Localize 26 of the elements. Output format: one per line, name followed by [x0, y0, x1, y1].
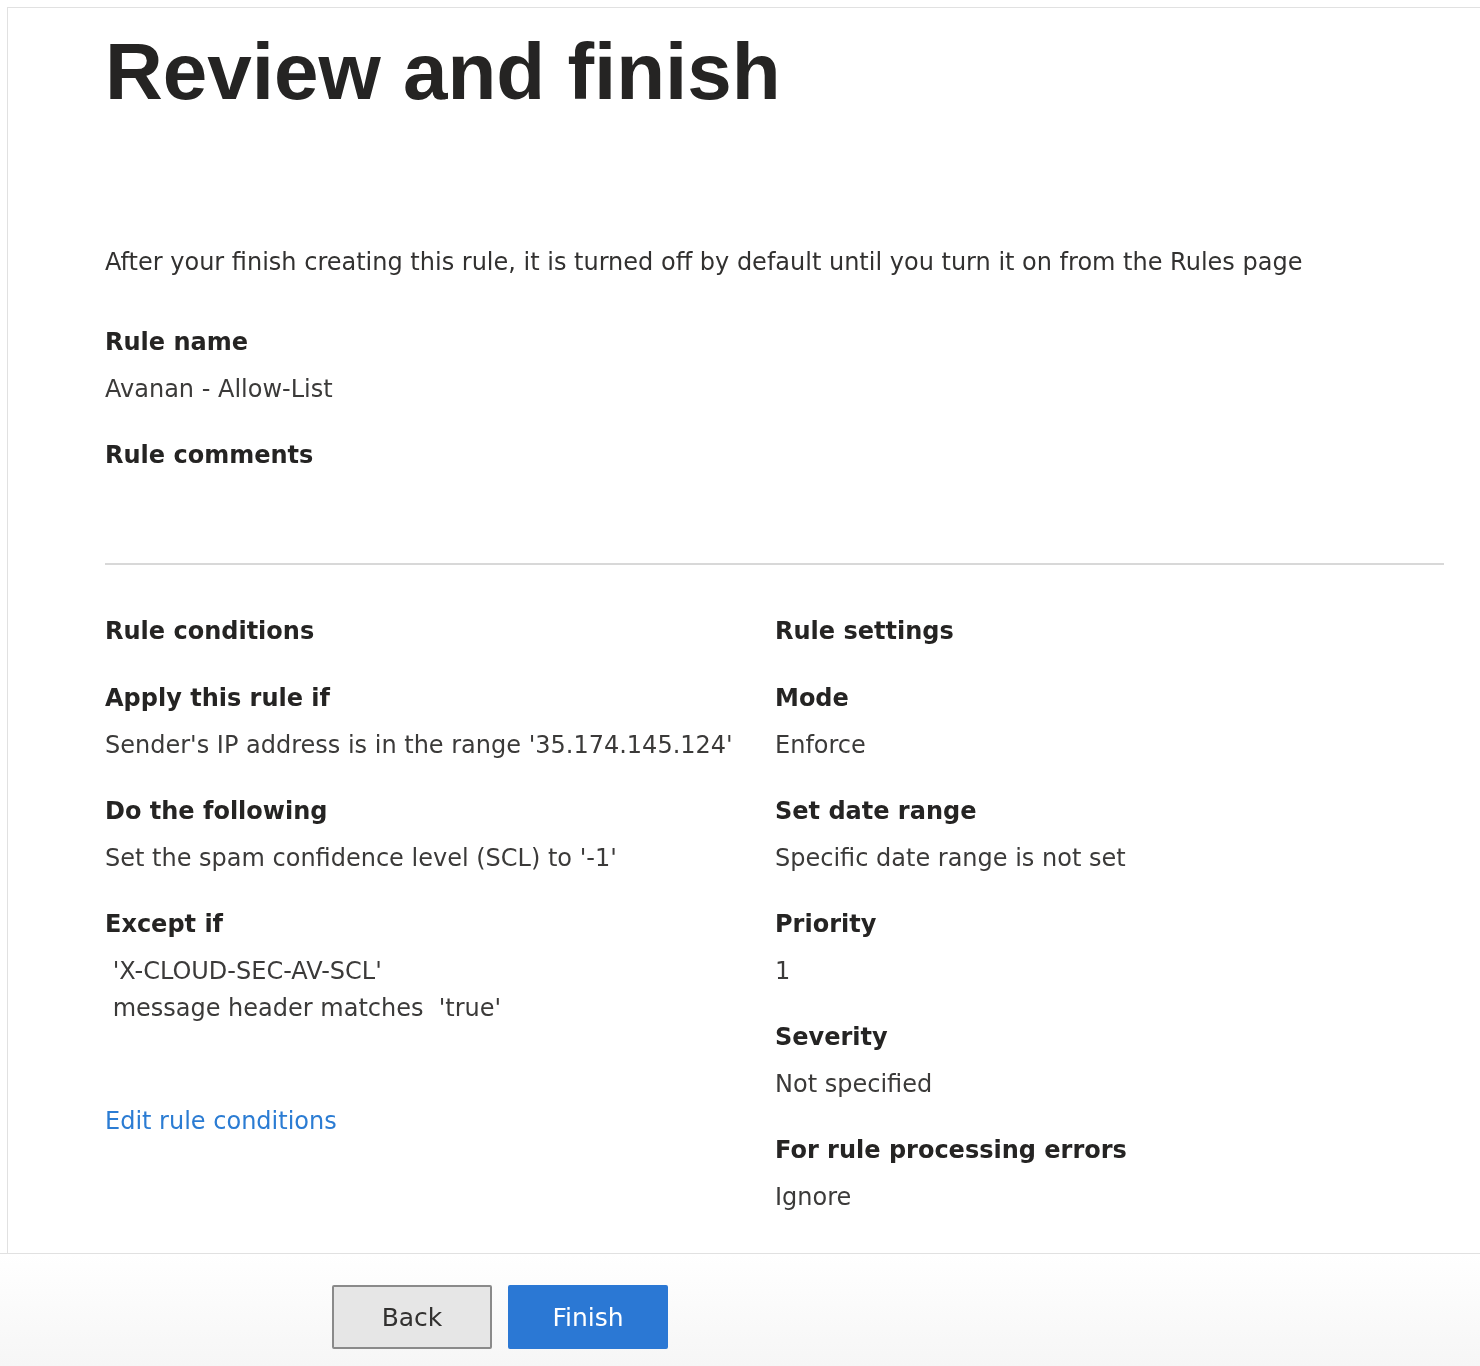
- finish-button[interactable]: Finish: [508, 1285, 668, 1349]
- field-label: Severity: [775, 1022, 889, 1053]
- field-label: For rule processing errors: [775, 1135, 1128, 1166]
- field-label: Apply this rule if: [105, 683, 332, 714]
- field-value: Ignore: [775, 1182, 853, 1213]
- field-label: Priority: [775, 909, 878, 940]
- field-value: Enforce: [775, 730, 867, 761]
- field-value: Avanan - Allow-List: [105, 374, 334, 405]
- section-heading: Rule settings: [775, 616, 955, 647]
- field-value: Set the spam confidence level (SCL) to '-1': [105, 843, 618, 874]
- back-button[interactable]: Back: [332, 1285, 492, 1349]
- field-label: Do the following: [105, 796, 329, 827]
- field-label: Rule comments: [105, 440, 315, 471]
- section-heading: Rule conditions: [105, 616, 316, 647]
- edit-conditions-link[interactable]: Edit rule conditions: [105, 1103, 337, 1139]
- field-value: Sender's IP address is in the range '35.174.145.124': [105, 730, 734, 761]
- field-value: 1: [775, 956, 792, 987]
- field-value: Not specified: [775, 1069, 934, 1100]
- field-label: Except if: [105, 909, 225, 940]
- field-value: 'X-CLOUD-SEC-AV-SCL' message header matches 'true': [111, 956, 503, 1024]
- intro-text: After your finish creating this rule, it is turned off by default until you turn it on from the Rules page: [105, 247, 1304, 278]
- field-label: Set date range: [775, 796, 978, 827]
- field-label: Mode: [775, 683, 850, 714]
- field-value: Specific date range is not set: [775, 843, 1127, 874]
- field-label: Rule name: [105, 327, 249, 358]
- page-title: Review and finish: [105, 26, 782, 118]
